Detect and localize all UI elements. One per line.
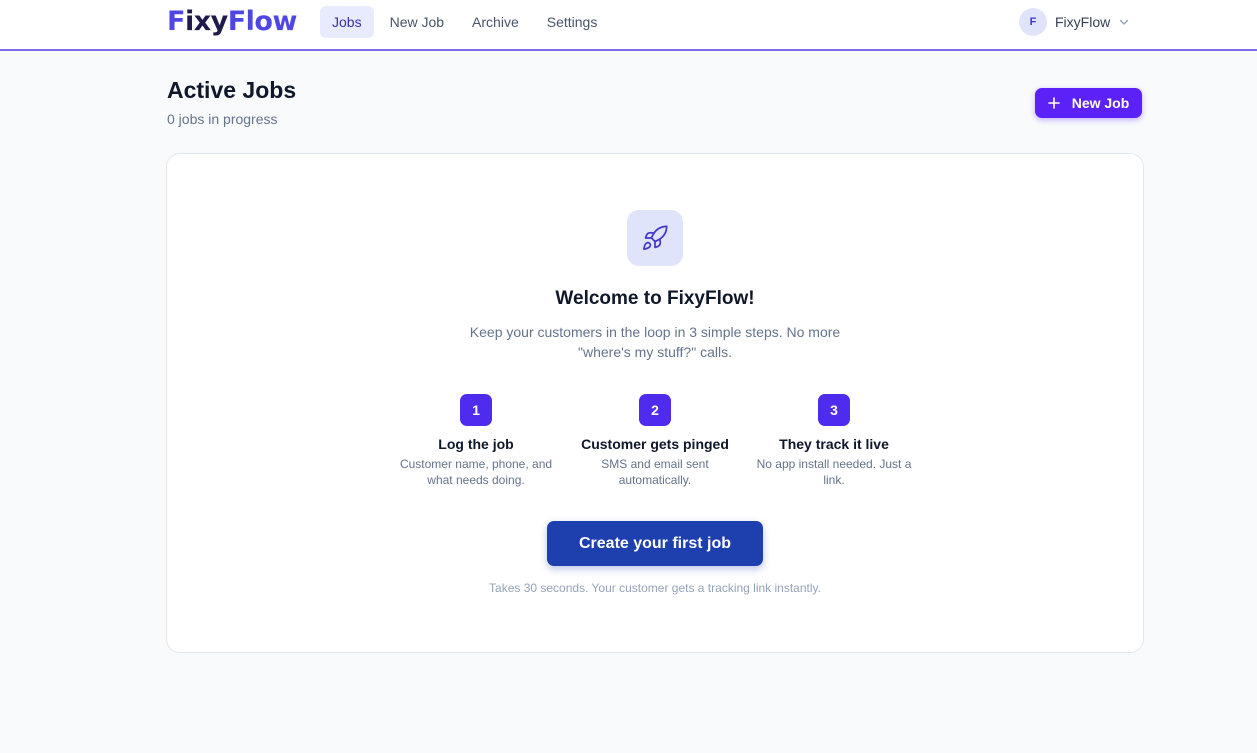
page-title: Active Jobs	[167, 77, 297, 103]
cta-footnote: Takes 30 seconds. Your customer gets a t…	[489, 581, 821, 595]
nav-jobs[interactable]: Jobs	[320, 6, 374, 38]
logo-text-part2: Flow	[227, 5, 298, 37]
account-name: FixyFlow	[1055, 14, 1111, 30]
step-description: Customer name, phone, and what needs doi…	[399, 457, 553, 487]
step-2: 2 Customer gets pinged SMS and email sen…	[570, 394, 740, 488]
account-menu[interactable]: F FixyFlow	[1019, 8, 1130, 36]
welcome-intro: Keep your customers in the loop in 3 sim…	[469, 324, 841, 360]
step-title: Log the job	[438, 436, 514, 452]
welcome-heading: Welcome to FixyFlow!	[555, 288, 755, 309]
avatar: F	[1019, 8, 1047, 36]
plus-icon	[1047, 97, 1060, 109]
new-job-button-label: New Job	[1071, 95, 1130, 111]
logo-letter: F	[167, 5, 185, 37]
new-job-button[interactable]: New Job	[1035, 88, 1142, 118]
empty-state-card: Welcome to FixyFlow! Keep your customers…	[166, 153, 1144, 653]
jobs-count: 0 jobs in progress	[167, 111, 278, 127]
fixyflow-logo[interactable]: Fixy Flow	[167, 5, 298, 37]
step-number-badge: 1	[460, 394, 492, 426]
step-1: 1 Log the job Customer name, phone, and …	[391, 394, 561, 488]
nav-settings[interactable]: Settings	[535, 6, 610, 38]
logo-text-part1: ixy	[184, 5, 228, 37]
nav-archive[interactable]: Archive	[460, 6, 531, 38]
step-description: No app install needed. Just a link.	[756, 457, 912, 487]
nav-new-job[interactable]: New Job	[378, 6, 456, 38]
step-title: Customer gets pinged	[581, 436, 729, 452]
top-navigation-bar: Fixy Flow Jobs New Job Archive Settings F…	[0, 0, 1257, 51]
step-title: They track it live	[779, 436, 889, 452]
rocket-icon-tile	[627, 210, 683, 266]
main-nav: Jobs New Job Archive Settings	[320, 6, 613, 38]
step-number-badge: 3	[818, 394, 850, 426]
rocket-icon	[643, 225, 668, 250]
chevron-down-icon	[1120, 19, 1129, 25]
step-number-badge: 2	[639, 394, 671, 426]
step-description: SMS and email sent automatically.	[601, 457, 709, 487]
step-3: 3 They track it live No app install need…	[749, 394, 919, 488]
create-first-job-button[interactable]: Create your first job	[547, 521, 763, 566]
